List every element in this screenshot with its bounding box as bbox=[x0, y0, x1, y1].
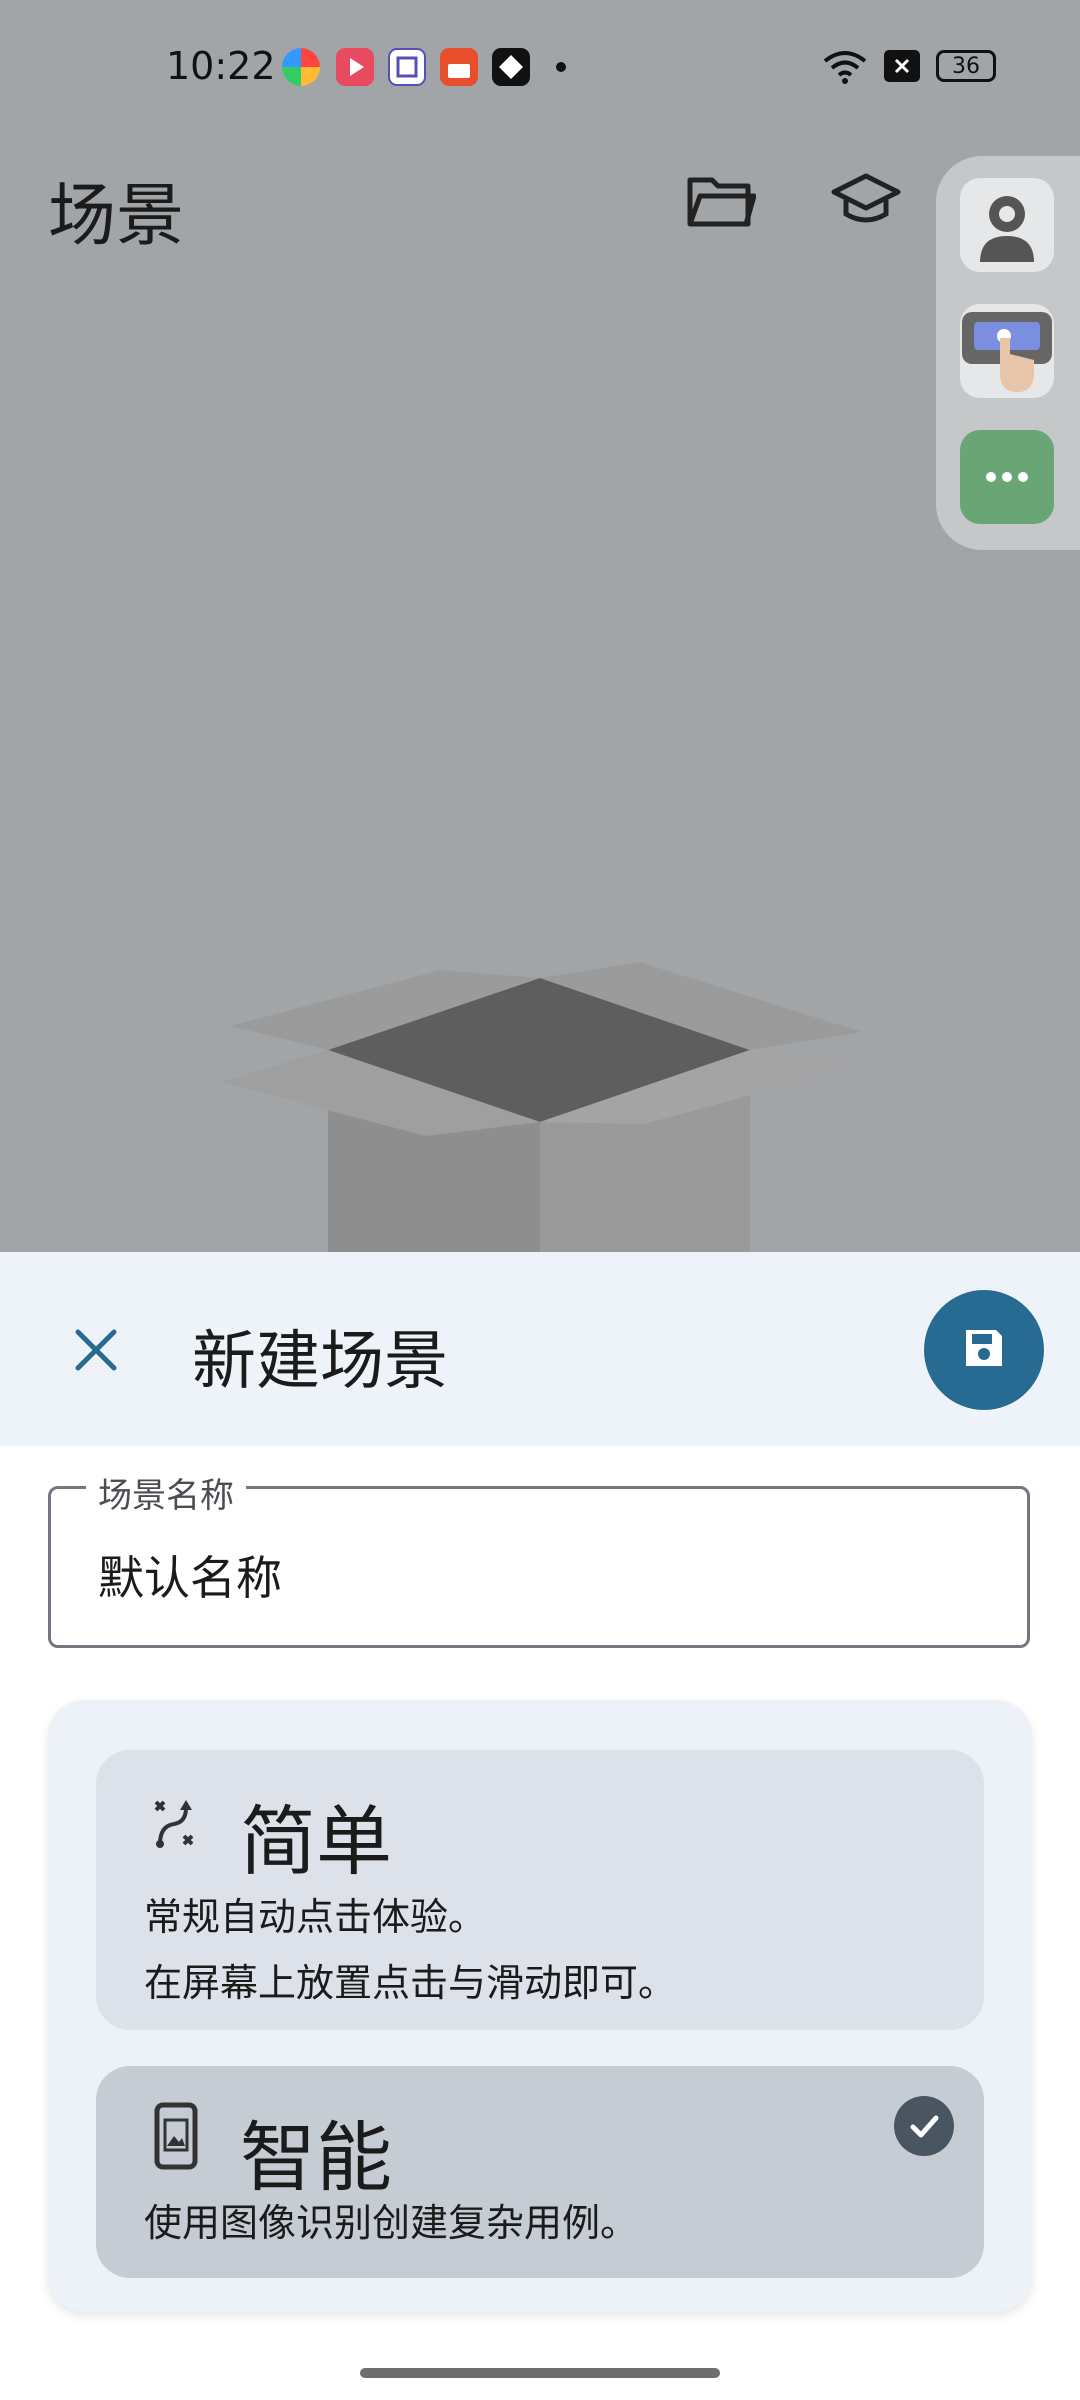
mode-desc-smart: 使用图像识别创建复杂用例。 bbox=[144, 2201, 639, 2245]
graduation-cap-icon[interactable] bbox=[830, 170, 902, 236]
selected-check-icon bbox=[894, 2096, 954, 2156]
scene-name-label: 场景名称 bbox=[86, 1468, 246, 1517]
dot-icon bbox=[556, 62, 566, 72]
sheet-title: 新建场景 bbox=[192, 1325, 448, 1399]
mode-desc-simple-line2: 在屏幕上放置点击与滑动即可。 bbox=[144, 1961, 677, 2005]
status-bar: 10:22 36 bbox=[0, 0, 1080, 140]
close-icon[interactable] bbox=[66, 1312, 126, 1384]
save-button[interactable] bbox=[924, 1290, 1044, 1410]
home-indicator[interactable] bbox=[360, 2368, 720, 2378]
scene-name-input[interactable]: 默认名称 bbox=[98, 1542, 282, 1608]
battery-icon: 36 bbox=[936, 50, 996, 82]
mode-desc-simple: 常规自动点击体验。 在屏幕上放置点击与滑动即可。 bbox=[144, 1884, 676, 2016]
tie-app-icon bbox=[388, 48, 426, 86]
page-title: 场景 bbox=[48, 177, 185, 256]
mode-card-simple[interactable]: 简单 常规自动点击体验。 在屏幕上放置点击与滑动即可。 bbox=[96, 1750, 984, 2030]
mode-title-simple: 简单 bbox=[240, 1797, 392, 1886]
mode-card-smart[interactable]: 智能 使用图像识别创建复杂用例。 bbox=[96, 2066, 984, 2278]
settings-person-icon[interactable] bbox=[960, 178, 1054, 272]
sim-x-icon bbox=[884, 50, 920, 82]
toolbox-app-icon bbox=[440, 48, 478, 86]
empty-box-illustration bbox=[200, 940, 880, 1252]
more-icon[interactable] bbox=[960, 430, 1054, 524]
wifi-icon bbox=[822, 48, 868, 90]
mode-desc-simple-line1: 常规自动点击体验。 bbox=[144, 1895, 487, 1939]
app-icon-colorful bbox=[282, 48, 320, 86]
folder-icon[interactable] bbox=[686, 172, 757, 236]
phone-image-icon bbox=[154, 2102, 198, 2174]
save-icon bbox=[960, 1324, 1008, 1376]
video-app-icon bbox=[336, 48, 374, 86]
click-hand-icon[interactable] bbox=[960, 304, 1054, 398]
bird-app-icon bbox=[492, 48, 530, 86]
swipe-gesture-icon bbox=[150, 1796, 200, 1856]
status-time: 10:22 bbox=[166, 44, 276, 88]
sheet-header bbox=[0, 1252, 1080, 1446]
battery-level: 36 bbox=[952, 53, 980, 79]
